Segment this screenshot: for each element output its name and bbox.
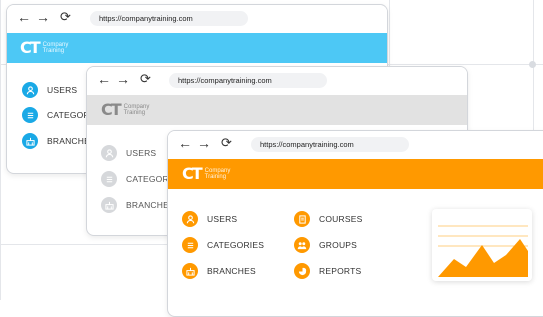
forward-arrow-icon[interactable]: → bbox=[116, 72, 130, 86]
app-header: CT Company Training bbox=[87, 95, 467, 125]
book-icon bbox=[294, 211, 310, 227]
mountain-chart-icon bbox=[438, 225, 528, 277]
user-icon bbox=[101, 145, 117, 161]
menu-item-branches[interactable]: BRANCHES bbox=[101, 197, 175, 213]
address-bar[interactable]: https://companytraining.com bbox=[251, 137, 409, 152]
branches-icon bbox=[101, 197, 117, 213]
list-icon bbox=[182, 237, 198, 253]
forward-arrow-icon[interactable]: → bbox=[36, 10, 50, 24]
company-logo: CT Company Training bbox=[182, 164, 231, 183]
menu-item-reports[interactable]: REPORTS bbox=[294, 263, 361, 279]
browser-toolbar: ← → ⟳ https://companytraining.com bbox=[168, 131, 543, 159]
list-icon bbox=[22, 107, 38, 123]
app-header: CT Company Training bbox=[7, 33, 387, 63]
address-bar[interactable]: https://companytraining.com bbox=[90, 11, 248, 26]
browser-toolbar: ← → ⟳ https://companytraining.com bbox=[87, 67, 467, 95]
list-icon bbox=[101, 171, 117, 187]
reload-icon[interactable]: ⟳ bbox=[60, 10, 71, 24]
menu-item-users[interactable]: USERS bbox=[182, 211, 237, 227]
reload-icon[interactable]: ⟳ bbox=[140, 72, 151, 86]
grid-line bbox=[389, 0, 390, 68]
menu-label: GROUPS bbox=[319, 240, 358, 250]
company-logo: CT Company Training bbox=[20, 38, 69, 57]
menu-label: USERS bbox=[207, 214, 238, 224]
menu-item-branches[interactable]: BRANCHES bbox=[182, 263, 256, 279]
browser-toolbar: ← → ⟳ https://companytraining.com bbox=[7, 5, 387, 33]
branches-icon bbox=[182, 263, 198, 279]
back-arrow-icon[interactable]: ← bbox=[178, 136, 192, 150]
menu-item-categories[interactable]: CATEGORIES bbox=[182, 237, 264, 253]
menu-item-courses[interactable]: COURSES bbox=[294, 211, 362, 227]
browser-window-front: ← → ⟳ https://companytraining.com CT Com… bbox=[167, 130, 543, 317]
menu-label: REPORTS bbox=[319, 266, 362, 276]
menu-item-branches[interactable]: BRANCHES bbox=[22, 133, 96, 149]
pie-chart-icon bbox=[294, 263, 310, 279]
forward-arrow-icon[interactable]: → bbox=[197, 136, 211, 150]
menu-label: CATEGORIES bbox=[207, 240, 265, 250]
menu-label: USERS bbox=[47, 85, 78, 95]
menu-label: USERS bbox=[126, 148, 157, 158]
user-icon bbox=[182, 211, 198, 227]
menu-label: COURSES bbox=[319, 214, 363, 224]
branches-icon bbox=[22, 133, 38, 149]
app-header: CT Company Training bbox=[168, 159, 543, 189]
menu-item-users[interactable]: USERS bbox=[22, 82, 77, 98]
reload-icon[interactable]: ⟳ bbox=[221, 136, 232, 150]
group-icon bbox=[294, 237, 310, 253]
company-logo: CT Company Training bbox=[101, 100, 150, 119]
back-arrow-icon[interactable]: ← bbox=[17, 10, 31, 24]
user-icon bbox=[22, 82, 38, 98]
address-bar[interactable]: https://companytraining.com bbox=[169, 73, 327, 88]
back-arrow-icon[interactable]: ← bbox=[97, 72, 111, 86]
menu-item-users[interactable]: USERS bbox=[101, 145, 156, 161]
menu-item-groups[interactable]: GROUPS bbox=[294, 237, 357, 253]
mini-chart-card bbox=[432, 209, 532, 281]
grid-dot bbox=[529, 61, 536, 68]
menu-label: BRANCHES bbox=[207, 266, 256, 276]
grid-line bbox=[0, 0, 1, 300]
